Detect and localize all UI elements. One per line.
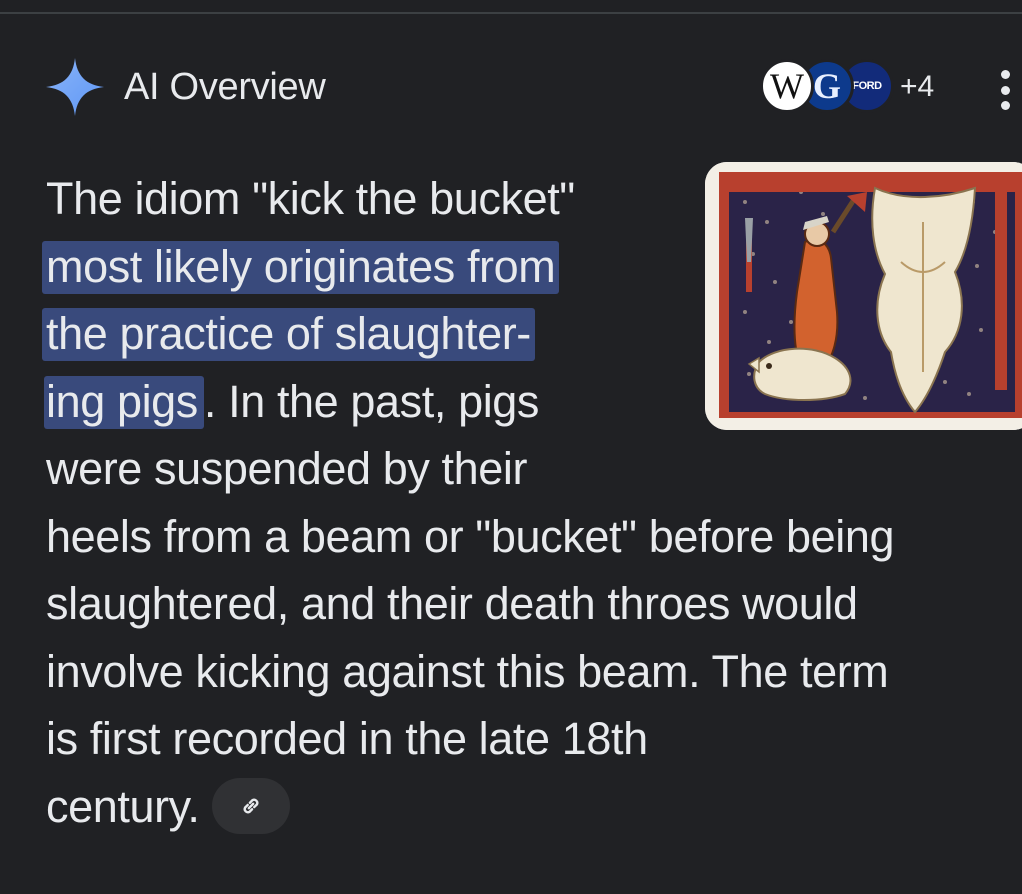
wikipedia-logo[interactable]: W bbox=[760, 59, 814, 113]
top-divider bbox=[0, 0, 1022, 14]
answer-line-highlighted: most likely originates from bbox=[42, 233, 1022, 301]
more-vert-icon[interactable] bbox=[998, 70, 1012, 110]
highlighted-text[interactable]: ing pigs bbox=[44, 375, 204, 429]
overview-answer-text: The idiom "kick the bucket" most likely … bbox=[42, 165, 1022, 841]
ai-overview-header: AI Overview W G FORD +4 bbox=[44, 56, 1022, 116]
answer-text: . In the past, pigs bbox=[203, 375, 540, 427]
answer-line: were suspended by their bbox=[46, 443, 528, 494]
highlighted-text[interactable]: most likely originates from bbox=[42, 240, 560, 294]
answer-line: slaughtered, and their death throes woul… bbox=[46, 578, 858, 629]
answer-line: The idiom "kick the bucket" bbox=[46, 173, 575, 224]
more-sources-count[interactable]: +4 bbox=[900, 67, 934, 107]
ai-overview-title: AI Overview bbox=[124, 66, 326, 108]
link-icon bbox=[243, 798, 258, 814]
answer-line: involve kicking against this beam. The t… bbox=[46, 645, 889, 697]
answer-line: ing pigs. In the past, pigs bbox=[44, 368, 1022, 436]
sparkle-icon bbox=[46, 58, 104, 116]
source-logos[interactable]: W G FORD +4 bbox=[760, 59, 1000, 117]
highlighted-text[interactable]: the practice of slaughter- bbox=[42, 308, 535, 361]
answer-text: century. bbox=[46, 780, 200, 832]
link-chip-button[interactable] bbox=[211, 777, 290, 834]
answer-line-highlighted: the practice of slaughter- bbox=[42, 300, 1022, 368]
answer-line-last: century. bbox=[46, 773, 1022, 841]
answer-line: heels from a beam or "bucket" before bei… bbox=[46, 510, 895, 562]
answer-line: is first recorded in the late 18th bbox=[46, 713, 648, 764]
